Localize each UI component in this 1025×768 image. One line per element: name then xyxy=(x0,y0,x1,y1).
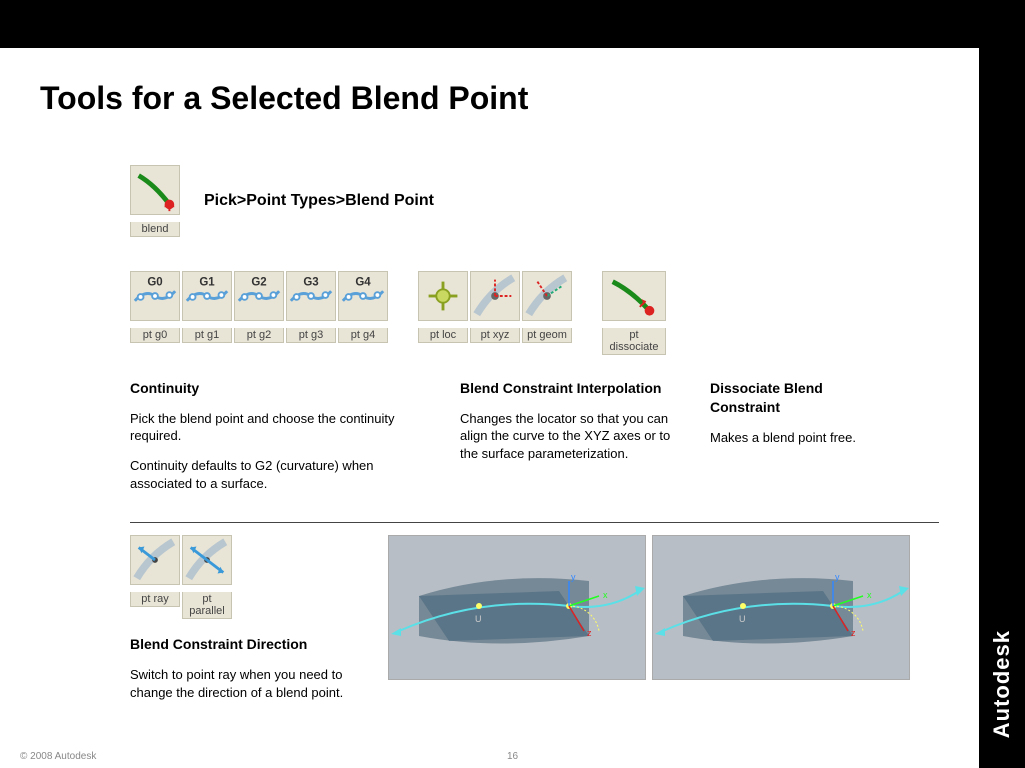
interpolation-p1: Changes the locator so that you can alig… xyxy=(460,410,680,463)
dissociate-p1: Makes a blend point free. xyxy=(710,429,860,447)
blend-menu-path: Pick>Point Types>Blend Point xyxy=(204,192,434,210)
dissociate-section: Dissociate Blend Constraint Makes a blen… xyxy=(710,379,860,504)
continuity-heading: Continuity xyxy=(130,379,430,398)
interpolation-section: Blend Constraint Interpolation Changes t… xyxy=(460,379,680,504)
slide-title: Tools for a Selected Blend Point xyxy=(40,80,939,117)
pt-ray-icon[interactable] xyxy=(130,535,180,585)
pt-dissociate-icon[interactable] xyxy=(602,271,666,321)
pt-geom-label: pt geom xyxy=(522,328,572,343)
top-black-bar xyxy=(0,0,979,48)
svg-text:G1: G1 xyxy=(199,276,215,288)
copyright-footer: © 2008 Autodesk xyxy=(20,751,96,762)
pt-g3-label: pt g3 xyxy=(286,328,336,343)
blend-icon-label: blend xyxy=(130,222,180,237)
pt-g1-icon[interactable]: G1 xyxy=(182,271,232,321)
svg-text:y: y xyxy=(571,572,576,582)
continuity-p1: Pick the blend point and choose the cont… xyxy=(130,410,430,445)
pt-geom-icon[interactable] xyxy=(522,271,572,321)
continuity-p2: Continuity defaults to G2 (curvature) wh… xyxy=(130,457,430,492)
section-divider xyxy=(130,522,939,523)
svg-text:z: z xyxy=(587,628,592,638)
svg-text:U: U xyxy=(475,614,482,624)
pt-g4-icon[interactable]: G4 xyxy=(338,271,388,321)
svg-text:y: y xyxy=(835,572,840,582)
continuity-icon-strip: G0 pt g0 G1 pt g1 xyxy=(130,271,388,355)
continuity-section: Continuity Pick the blend point and choo… xyxy=(130,379,430,504)
direction-p1: Switch to point ray when you need to cha… xyxy=(130,666,360,701)
slide-content: Tools for a Selected Blend Point blend P… xyxy=(0,48,979,725)
pt-xyz-label: pt xyz xyxy=(470,328,520,343)
pt-xyz-icon[interactable] xyxy=(470,271,520,321)
pt-g2-icon[interactable]: G2 xyxy=(234,271,284,321)
pt-loc-label: pt loc xyxy=(418,328,468,343)
dissociate-icon-strip: pt dissociate xyxy=(602,271,666,355)
autodesk-logo: Autodesk xyxy=(989,630,1015,738)
pt-dissociate-label: pt dissociate xyxy=(602,328,666,355)
viewport-left: x z y U xyxy=(388,535,646,680)
svg-text:U: U xyxy=(739,614,746,624)
pt-g4-label: pt g4 xyxy=(338,328,388,343)
viewport-right: x z y U xyxy=(652,535,910,680)
blend-tool-icon-cell: blend xyxy=(130,165,180,237)
svg-text:G4: G4 xyxy=(355,276,371,288)
pt-loc-icon[interactable] xyxy=(418,271,468,321)
pt-g0-label: pt g0 xyxy=(130,328,180,343)
direction-icon-strip: pt ray pt parallel xyxy=(130,535,360,619)
page-number: 16 xyxy=(507,751,518,762)
svg-text:G0: G0 xyxy=(147,276,162,288)
svg-text:G3: G3 xyxy=(303,276,318,288)
pt-g0-icon[interactable]: G0 xyxy=(130,271,180,321)
direction-heading: Blend Constraint Direction xyxy=(130,635,360,654)
dissociate-heading: Dissociate Blend Constraint xyxy=(710,379,860,417)
blend-icon[interactable] xyxy=(130,165,180,215)
right-brand-bar: Autodesk xyxy=(979,0,1025,768)
svg-text:G2: G2 xyxy=(251,276,266,288)
direction-section: Blend Constraint Direction Switch to poi… xyxy=(130,635,360,701)
pt-g3-icon[interactable]: G3 xyxy=(286,271,336,321)
pt-g1-label: pt g1 xyxy=(182,328,232,343)
interpolation-heading: Blend Constraint Interpolation xyxy=(460,379,680,398)
interpolation-icon-strip: pt loc pt xyz pt xyxy=(418,271,572,355)
pt-parallel-icon[interactable] xyxy=(182,535,232,585)
pt-ray-label: pt ray xyxy=(130,592,180,607)
pt-g2-label: pt g2 xyxy=(234,328,284,343)
svg-text:x: x xyxy=(867,590,872,600)
pt-parallel-label: pt parallel xyxy=(182,592,232,619)
blend-tool-row: blend Pick>Point Types>Blend Point xyxy=(130,165,939,237)
svg-text:z: z xyxy=(851,628,856,638)
svg-text:x: x xyxy=(603,590,608,600)
